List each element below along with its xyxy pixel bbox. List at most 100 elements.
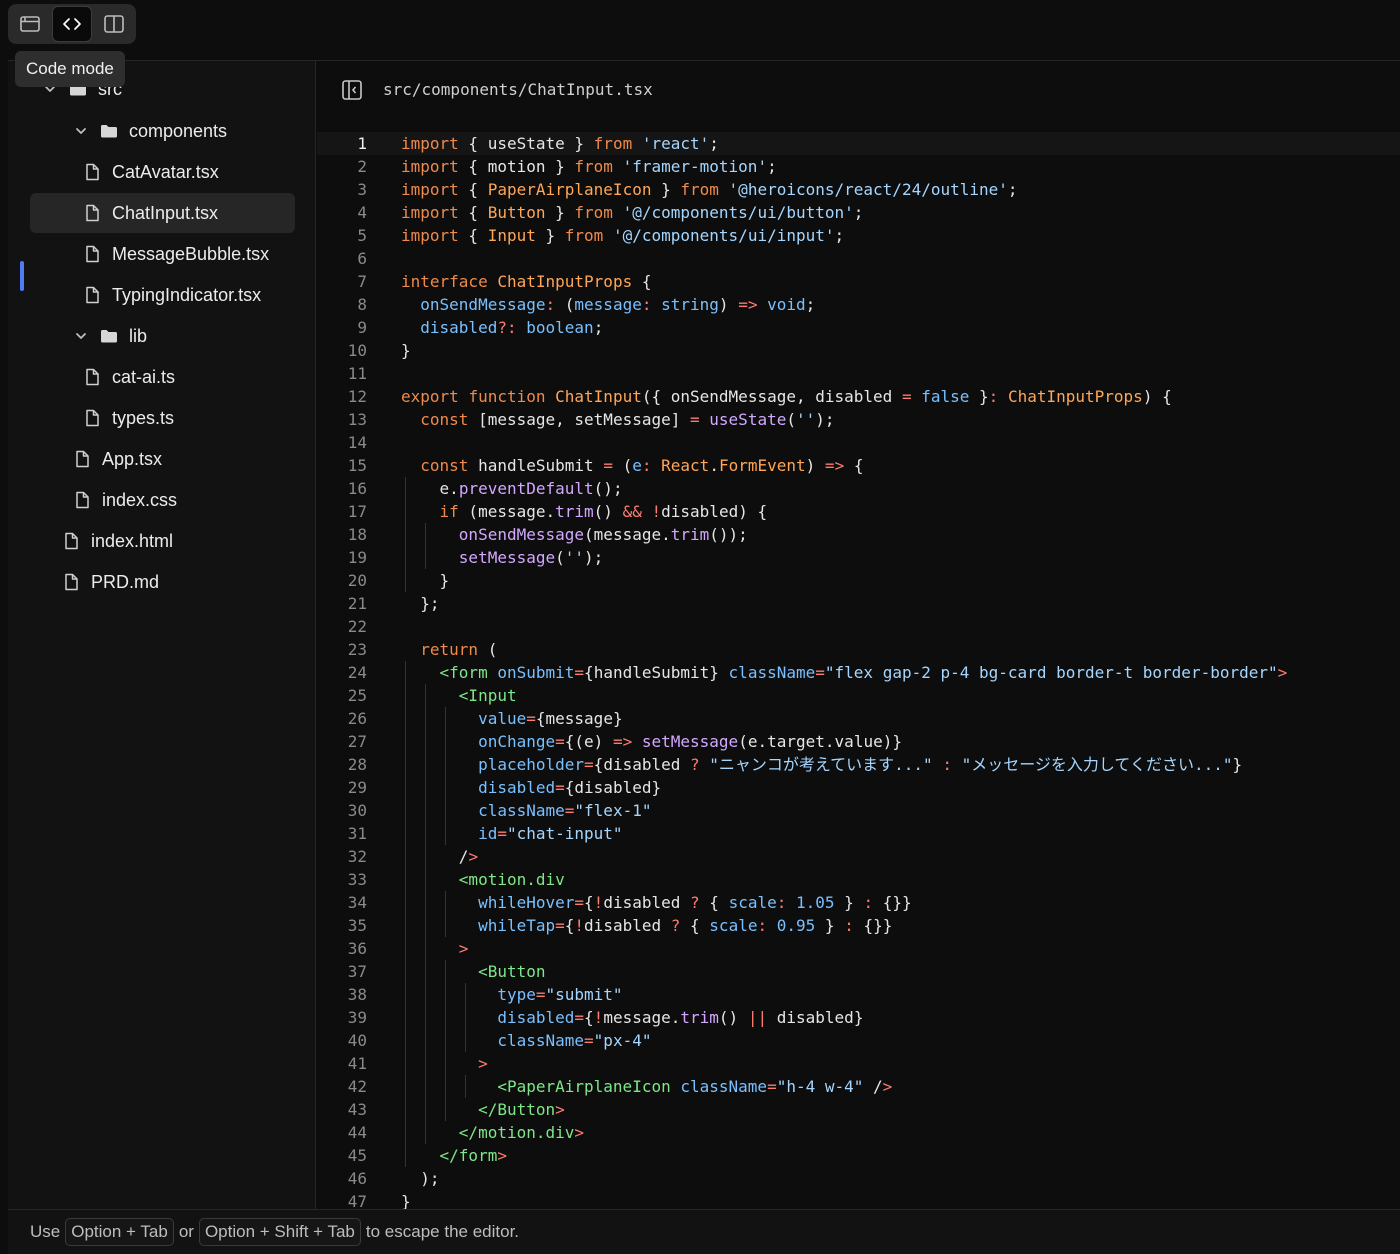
code-line[interactable]: 2 import { motion } from 'framer-motion';: [317, 155, 1400, 178]
code-line[interactable]: 40 className="px-4": [317, 1029, 1400, 1052]
line-number: 17: [347, 502, 367, 521]
code-text: import { useState } from 'react';: [401, 134, 719, 153]
chevron-down-icon[interactable]: [73, 328, 89, 344]
tree-folder-components[interactable]: components: [30, 111, 295, 151]
code-text: );: [401, 1169, 440, 1188]
tree-item-label: CatAvatar.tsx: [112, 161, 219, 182]
shortcut-key-1: Option + Tab: [65, 1218, 174, 1246]
code-line[interactable]: 9 disabled?: boolean;: [317, 316, 1400, 339]
code-line[interactable]: 26 value={message}: [317, 707, 1400, 730]
code-line[interactable]: 32 />: [317, 845, 1400, 868]
file-icon: [82, 285, 102, 305]
line-number: 30: [347, 801, 367, 820]
file-path: src/components/ChatInput.tsx: [383, 80, 653, 99]
code-line[interactable]: 37 <Button: [317, 960, 1400, 983]
code-line[interactable]: 23 return (: [317, 638, 1400, 661]
line-number: 41: [347, 1054, 367, 1073]
file-icon: [82, 203, 102, 223]
tree-file-chatinput-tsx[interactable]: ChatInput.tsx: [30, 193, 295, 233]
status-suffix: to escape the editor.: [365, 1222, 520, 1241]
code-line[interactable]: 1 import { useState } from 'react';: [317, 132, 1400, 155]
tree-file-types-ts[interactable]: types.ts: [30, 398, 295, 438]
line-number: 8: [357, 295, 367, 314]
code-line[interactable]: 11: [317, 362, 1400, 385]
code-line[interactable]: 36 >: [317, 937, 1400, 960]
line-number: 2: [357, 157, 367, 176]
tree-file-messagebubble-tsx[interactable]: MessageBubble.tsx: [30, 234, 295, 274]
code-line[interactable]: 35 whileTap={!disabled ? { scale: 0.95 }…: [317, 914, 1400, 937]
tree-file-catavatar-tsx[interactable]: CatAvatar.tsx: [30, 152, 295, 192]
code-line[interactable]: 13 const [message, setMessage] = useStat…: [317, 408, 1400, 431]
tree-item-label: cat-ai.ts: [112, 366, 176, 387]
code-line[interactable]: 22: [317, 615, 1400, 638]
code-line[interactable]: 41 >: [317, 1052, 1400, 1075]
line-number: 11: [347, 364, 367, 383]
code-line[interactable]: 3 import { PaperAirplaneIcon } from '@her…: [317, 178, 1400, 201]
code-line[interactable]: 18 onSendMessage(message.trim());: [317, 523, 1400, 546]
preview-mode-button[interactable]: [10, 6, 50, 42]
code-line[interactable]: 44 </motion.div>: [317, 1121, 1400, 1144]
code-line[interactable]: 30 className="flex-1": [317, 799, 1400, 822]
code-line[interactable]: 47}: [317, 1190, 1400, 1209]
code-line[interactable]: 17 if (message.trim() && !disabled) {: [317, 500, 1400, 523]
code-line[interactable]: 31 id="chat-input": [317, 822, 1400, 845]
code-line[interactable]: 46 );: [317, 1167, 1400, 1190]
code-mode-button[interactable]: [52, 6, 92, 42]
code-text: return (: [420, 640, 498, 659]
tree-file-cat-ai-ts[interactable]: cat-ai.ts: [30, 357, 295, 397]
tree-file-index-css[interactable]: index.css: [30, 480, 295, 520]
code-line[interactable]: 8 onSendMessage: (message: string) => vo…: [317, 293, 1400, 316]
tree-file-app-tsx[interactable]: App.tsx: [30, 439, 295, 479]
code-icon: [63, 18, 81, 30]
tree-file-typingindicator-tsx[interactable]: TypingIndicator.tsx: [30, 275, 295, 315]
code-line[interactable]: 38 type="submit": [317, 983, 1400, 1006]
tree-item-label: index.html: [91, 530, 174, 551]
tree-file-index-html[interactable]: index.html: [30, 521, 295, 561]
code-line[interactable]: 27 onChange={(e) => setMessage(e.target.…: [317, 730, 1400, 753]
code-line[interactable]: 6: [317, 247, 1400, 270]
code-line[interactable]: 7 interface ChatInputProps {: [317, 270, 1400, 293]
code-line[interactable]: 4 import { Button } from '@/components/ui…: [317, 201, 1400, 224]
code-line[interactable]: 39 disabled={!message.trim() || disabled…: [317, 1006, 1400, 1029]
line-number: 1: [357, 134, 367, 153]
tree-file-prd-md[interactable]: PRD.md: [30, 562, 295, 602]
code-text: </motion.div>: [458, 1123, 585, 1142]
file-icon: [61, 572, 81, 592]
file-icon: [72, 449, 92, 469]
code-text: whileHover={!disabled ? { scale: 1.05 } …: [478, 893, 912, 912]
code-line[interactable]: 16 e.preventDefault();: [317, 477, 1400, 500]
code-line[interactable]: 42 <PaperAirplaneIcon className="h-4 w-4…: [317, 1075, 1400, 1098]
chevron-down-icon[interactable]: [73, 123, 89, 139]
line-number: 47: [347, 1192, 367, 1209]
code-line[interactable]: 28 placeholder={disabled ? "ニャンコが考えています.…: [317, 753, 1400, 776]
code-line[interactable]: 43 </Button>: [317, 1098, 1400, 1121]
code-text: <PaperAirplaneIcon className="h-4 w-4" /…: [497, 1077, 893, 1096]
code-line[interactable]: 20 }: [317, 569, 1400, 592]
line-number: 43: [347, 1100, 367, 1119]
folder-icon: [99, 121, 119, 141]
code-line[interactable]: 24 <form onSubmit={handleSubmit} classNa…: [317, 661, 1400, 684]
code-lines[interactable]: 1 import { useState } from 'react'; 2 impor…: [317, 132, 1400, 1209]
code-line[interactable]: 5 import { Input } from '@/components/ui/…: [317, 224, 1400, 247]
code-editor[interactable]: src/components/ChatInput.tsx 1 import { u…: [317, 61, 1400, 1209]
line-number: 10: [347, 341, 367, 360]
split-mode-button[interactable]: [94, 6, 134, 42]
tree-item-label: ChatInput.tsx: [112, 202, 219, 223]
code-line[interactable]: 34 whileHover={!disabled ? { scale: 1.05…: [317, 891, 1400, 914]
code-line[interactable]: 29 disabled={disabled}: [317, 776, 1400, 799]
code-line[interactable]: 45 </form>: [317, 1144, 1400, 1167]
line-number: 13: [347, 410, 367, 429]
code-line[interactable]: 14: [317, 431, 1400, 454]
code-text: import { PaperAirplaneIcon } from '@hero…: [401, 180, 1018, 199]
code-line[interactable]: 25 <Input: [317, 684, 1400, 707]
code-line[interactable]: 21 };: [317, 592, 1400, 615]
code-line[interactable]: 12 export function ChatInput({ onSendMess…: [317, 385, 1400, 408]
toggle-sidebar-icon[interactable]: [341, 79, 363, 101]
code-line[interactable]: 33 <motion.div: [317, 868, 1400, 891]
tree-folder-lib[interactable]: lib: [30, 316, 295, 356]
line-number: 15: [347, 456, 367, 475]
code-line[interactable]: 19 setMessage('');: [317, 546, 1400, 569]
code-line[interactable]: 10}: [317, 339, 1400, 362]
code-text: >: [458, 939, 469, 958]
code-line[interactable]: 15 const handleSubmit = (e: React.FormEv…: [317, 454, 1400, 477]
